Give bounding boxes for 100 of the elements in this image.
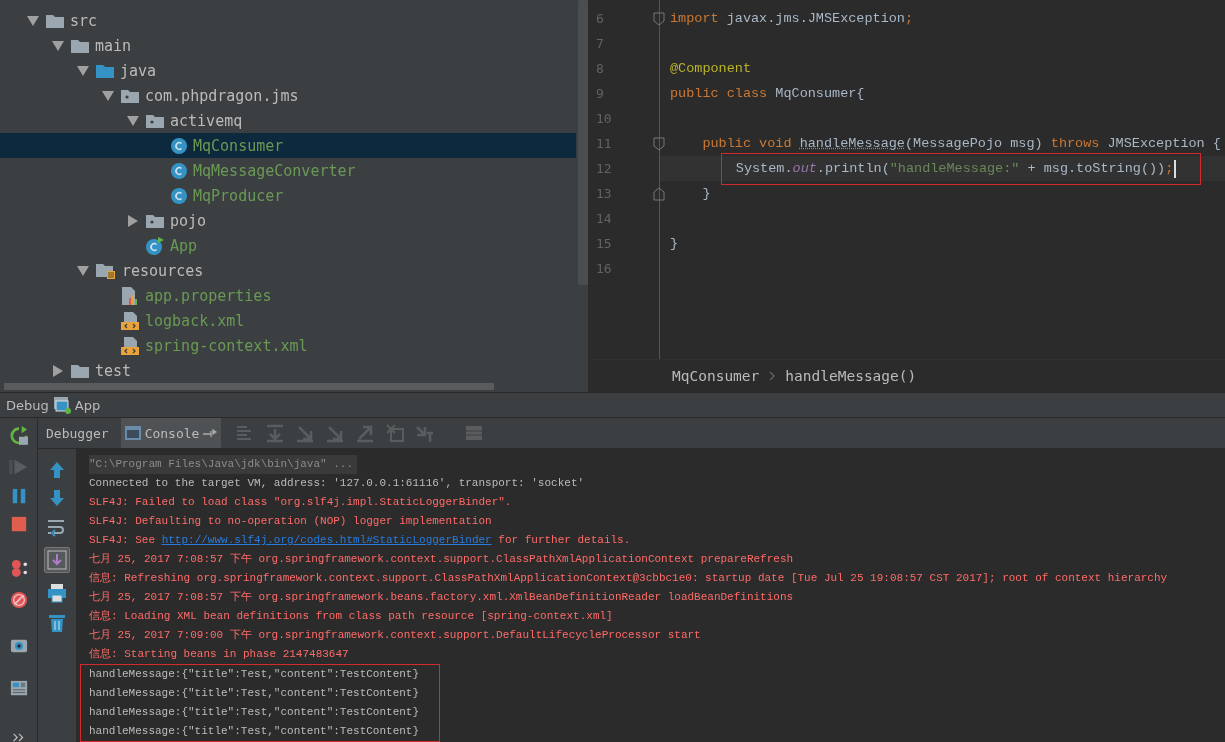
code-line: @Component xyxy=(670,61,751,76)
line-number: 16 xyxy=(596,261,612,276)
console-icon xyxy=(124,425,141,441)
stop-icon[interactable] xyxy=(9,515,28,532)
console-line: Connected to the target VM, address: '127.0.0.1:61116', transport: 'socket' xyxy=(89,477,585,489)
expanded-arrow-icon[interactable] xyxy=(77,265,89,276)
tree-item[interactable]: resources xyxy=(0,258,576,283)
console-line: SLF4J: See http://www.slf4j.org/codes.html#StaticLoggerBinder for further details. xyxy=(89,534,631,546)
console-line: 七月 25, 2017 7:08:57 下午 org.springframework.context.support.ClassPathXmlApplicationContext prepareRefresh xyxy=(89,553,794,565)
run-to-cursor-icon[interactable] xyxy=(415,423,436,443)
line-number: 8 xyxy=(596,61,604,76)
line-number: 7 xyxy=(596,36,604,51)
code-line: System.out.println("handleMessage:" + msg.toString()); xyxy=(735,161,1174,176)
mute-breakpoints-icon[interactable] xyxy=(8,591,29,610)
more-icon[interactable] xyxy=(11,733,26,742)
scrollbar[interactable] xyxy=(4,383,494,390)
code-line: public class MqConsumer{ xyxy=(670,86,865,101)
up-arrow-icon[interactable] xyxy=(49,461,65,479)
console-line: handleMessage:{"title":Test,"content":TestContent} xyxy=(89,724,420,739)
line-number: 14 xyxy=(596,211,612,226)
step-over-icon[interactable] xyxy=(265,423,286,443)
tree-item[interactable]: logback.xml xyxy=(0,308,576,333)
fold-marker-icon[interactable] xyxy=(653,186,665,201)
console-line: 信息: Starting beans in phase 2147483647 xyxy=(89,648,349,660)
folder-icon xyxy=(71,38,89,53)
folder-icon xyxy=(71,363,89,378)
expanded-arrow-icon[interactable] xyxy=(27,15,39,26)
scrollbar[interactable] xyxy=(578,0,588,285)
line-number: 10 xyxy=(596,111,612,126)
tree-item[interactable]: pojo xyxy=(0,208,576,233)
print-icon[interactable] xyxy=(47,583,67,603)
tree-item[interactable]: src xyxy=(0,8,576,33)
code-line: public void handleMessage(MessagePojo msg) throws JMSException { xyxy=(701,136,1221,151)
console-line: 七月 25, 2017 7:08:57 下午 org.springframework.beans.factory.xml.XmlBeanDefinitionReader loadBeanDefinitions xyxy=(89,591,794,603)
line-number: 6 xyxy=(596,11,604,26)
step-out-icon[interactable] xyxy=(355,423,376,443)
folder-icon xyxy=(46,13,64,28)
package-icon xyxy=(121,88,139,103)
expanded-arrow-icon[interactable] xyxy=(52,40,64,51)
code-line: } xyxy=(701,186,711,201)
console-line: SLF4J: Failed to load class "org.slf4j.impl.StaticLoggerBinder". xyxy=(89,496,512,508)
collapsed-arrow-icon[interactable] xyxy=(128,214,138,227)
fold-marker-icon[interactable] xyxy=(653,136,665,151)
drop-frame-icon[interactable] xyxy=(385,423,406,443)
line-number: 11 xyxy=(596,136,612,151)
console-line: 信息: Refreshing org.springframework.context.support.ClassPathXmlApplicationContext@3cbbc1e0: startup date [Tue Jul 25 19:08:57 CST 2017]; root of context hierarchy xyxy=(89,572,1168,584)
tree-item[interactable]: spring-context.xml xyxy=(0,333,576,358)
code-line: } xyxy=(670,236,679,251)
code-line: import javax.jms.JMSException; xyxy=(670,11,914,26)
panel-title: Debug xyxy=(6,397,49,413)
tree-item[interactable]: MqProducer xyxy=(0,183,576,208)
run-config-tab[interactable]: App xyxy=(74,397,101,413)
expanded-arrow-icon[interactable] xyxy=(77,65,89,76)
tab[interactable]: Debugger xyxy=(42,418,113,448)
tab[interactable]: Console xyxy=(120,418,222,448)
line-number: 13 xyxy=(596,186,612,201)
tree-item[interactable]: MqConsumer xyxy=(0,133,576,158)
tree-item[interactable]: MqMessageConverter xyxy=(0,158,576,183)
console-line: 七月 25, 2017 7:09:00 下午 org.springframework.context.support.DefaultLifecycleProcessor start xyxy=(89,629,701,641)
class-icon xyxy=(171,162,187,179)
console-line: SLF4J: Defaulting to no-operation (NOP) logger implementation xyxy=(89,515,492,527)
line-number: 9 xyxy=(596,86,604,101)
xml-file-icon xyxy=(121,336,139,355)
expanded-arrow-icon[interactable] xyxy=(127,115,139,126)
breadcrumb[interactable]: MqConsumer xyxy=(672,368,760,384)
collapsed-arrow-icon[interactable] xyxy=(53,364,63,377)
class-icon xyxy=(146,236,164,255)
layout-icon[interactable] xyxy=(8,680,29,697)
down-arrow-icon[interactable] xyxy=(49,489,65,507)
class-icon xyxy=(171,187,187,204)
pin-icon xyxy=(203,428,218,438)
class-icon xyxy=(171,137,187,154)
tree-item[interactable]: com.phpdragon.jms xyxy=(0,83,576,108)
console-line: handleMessage:{"title":Test,"content":TestContent} xyxy=(89,667,420,682)
scroll-to-end-icon[interactable] xyxy=(47,550,67,570)
tree-item[interactable]: app.properties xyxy=(0,283,576,308)
package-icon xyxy=(146,213,164,228)
tree-item[interactable]: App xyxy=(0,233,576,258)
folder-icon xyxy=(96,63,114,78)
properties-file-icon xyxy=(121,286,139,305)
link[interactable]: http://www.slf4j.org/codes.html#StaticLoggerBinder xyxy=(161,534,492,546)
expanded-arrow-icon[interactable] xyxy=(102,90,114,101)
chevron-icon xyxy=(769,371,776,381)
resource-folder-icon xyxy=(96,262,116,279)
console-line: handleMessage:{"title":Test,"content":TestContent} xyxy=(89,686,420,701)
tree-item[interactable]: main xyxy=(0,33,576,58)
breadcrumb[interactable]: handleMessage() xyxy=(785,368,917,384)
fold-marker-icon[interactable] xyxy=(653,11,665,26)
package-icon xyxy=(146,113,164,128)
console-line: 信息: Loading XML bean definitions from class path resource [spring-context.xml] xyxy=(89,610,613,622)
tree-item[interactable]: java xyxy=(0,58,576,83)
trash-icon[interactable] xyxy=(48,613,66,633)
step-into-icon[interactable] xyxy=(295,423,316,443)
line-number: 12 xyxy=(596,161,612,176)
frames-icon[interactable] xyxy=(465,424,484,442)
console-line: handleMessage:{"title":Test,"content":TestContent} xyxy=(89,705,420,720)
tree-item[interactable]: activemq xyxy=(0,108,576,133)
line-number: 15 xyxy=(596,236,612,251)
force-step-into-icon[interactable] xyxy=(325,423,346,443)
tree-item[interactable]: test xyxy=(0,358,576,383)
